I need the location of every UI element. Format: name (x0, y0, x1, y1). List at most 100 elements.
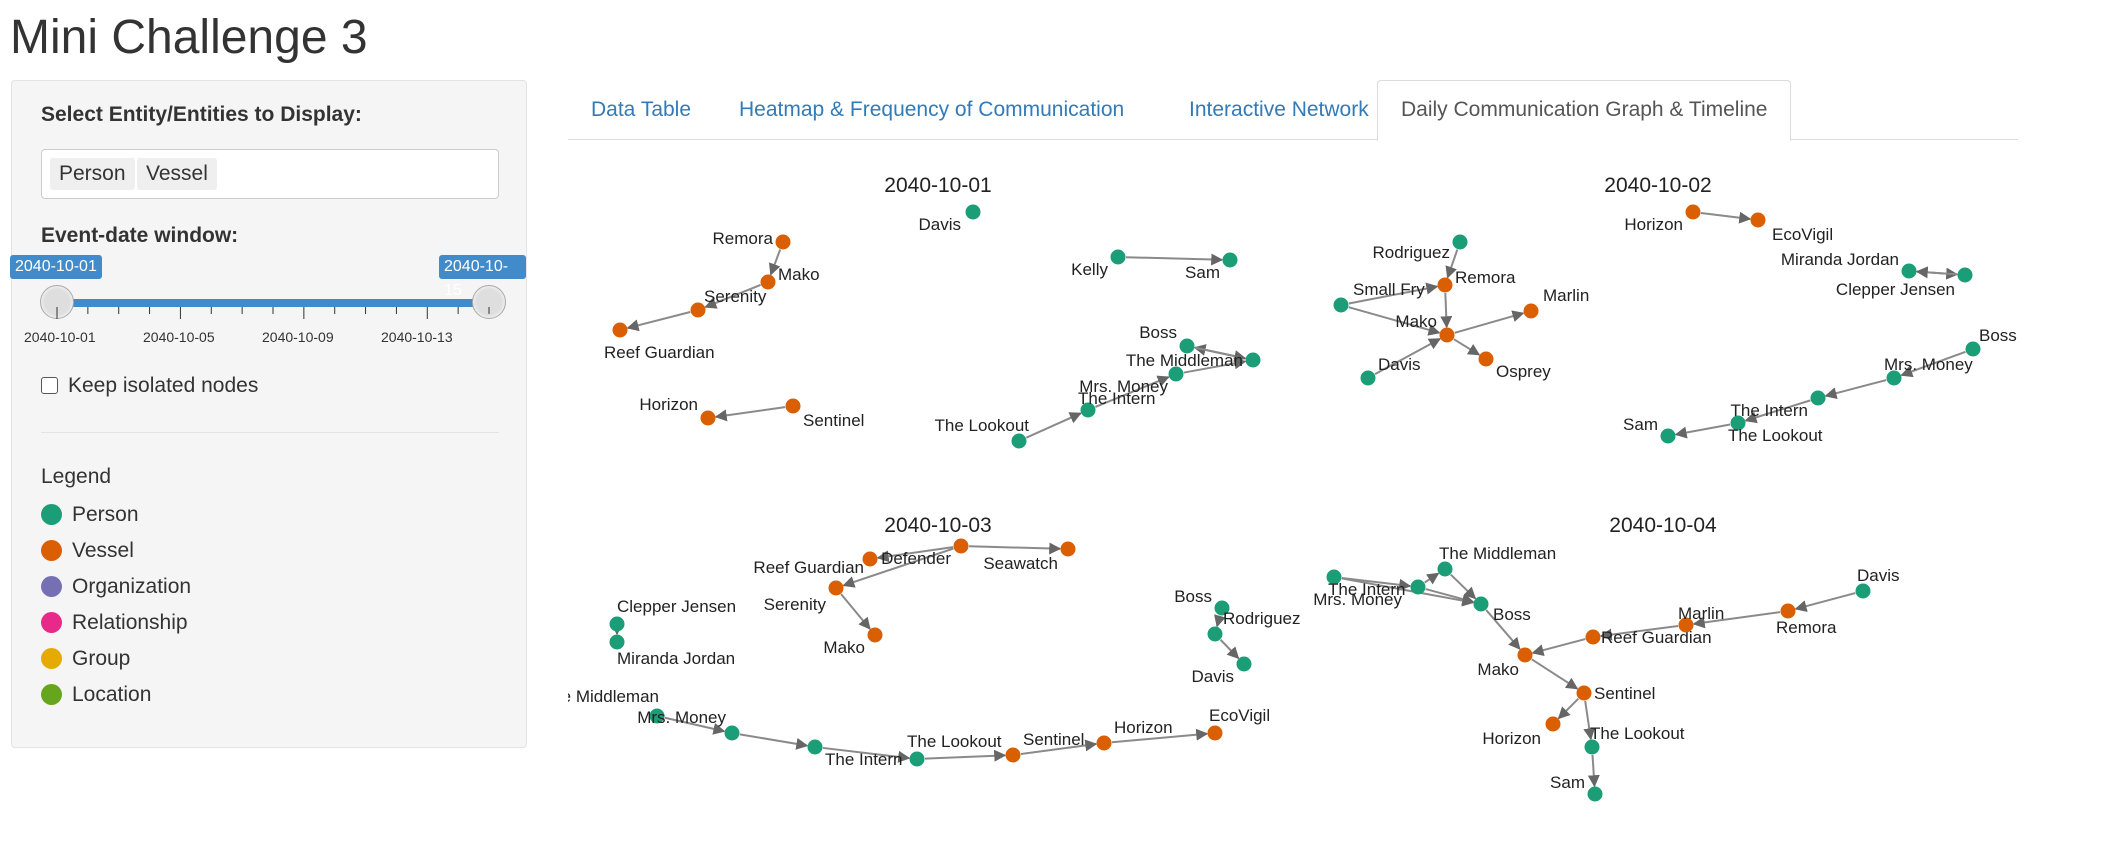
node-sam[interactable] (1587, 786, 1603, 802)
node-label: Miranda Jordan (1781, 250, 1899, 269)
node-mako[interactable] (867, 627, 883, 643)
legend-item-organization: Organization (41, 575, 191, 599)
node-miranda-jordan[interactable] (609, 634, 625, 650)
node-the-lookout[interactable] (909, 751, 925, 767)
node-sam[interactable] (1660, 428, 1676, 444)
node-horizon[interactable] (1096, 735, 1112, 751)
node-label: Small Fry (1353, 280, 1425, 299)
node-label: The Lookout (907, 732, 1002, 751)
node-davis[interactable] (1236, 656, 1252, 672)
node-label: The Middleman (568, 687, 659, 706)
node-sentinel[interactable] (785, 398, 801, 414)
node-ecovigil[interactable] (1207, 725, 1223, 741)
node-marlin[interactable] (1523, 303, 1539, 319)
node-the-intern[interactable] (1810, 390, 1826, 406)
edge-sentinel-to-horizon (1557, 697, 1580, 720)
legend-item-person: Person (41, 503, 139, 527)
node-the-middleman[interactable] (1437, 561, 1453, 577)
slider-selected-range[interactable] (57, 299, 489, 307)
node-label: Sam (1185, 263, 1220, 282)
node-remora[interactable] (1437, 277, 1453, 293)
node-mako[interactable] (1517, 647, 1533, 663)
node-mako[interactable] (1439, 327, 1455, 343)
graph-date-title: 2040-10-02 (1604, 174, 1711, 197)
node-seawatch[interactable] (1060, 541, 1076, 557)
node-horizon[interactable] (700, 410, 716, 426)
node-label: Sentinel (1023, 730, 1084, 749)
node-clepper-jensen[interactable] (1957, 267, 1973, 283)
node-horizon[interactable] (1545, 716, 1561, 732)
node-ecovigil[interactable] (1750, 212, 1766, 228)
node-clepper-jensen[interactable] (609, 616, 625, 632)
daily-graph-2040-10-03: 2040-10-03 Reef Guardian Defender Seawatch S… (568, 514, 1301, 769)
node-mrs-money[interactable] (1410, 579, 1426, 595)
node-label: Davis (1857, 566, 1900, 585)
edge-serenity-to-reef-guardian (626, 311, 691, 332)
legend-label: Group (72, 647, 131, 670)
node-mrs-money[interactable] (1168, 366, 1184, 382)
node-remora[interactable] (775, 234, 791, 250)
tab-daily-communication[interactable]: Daily Communication Graph & Timeline (1377, 80, 1792, 141)
node-boss[interactable] (1473, 596, 1489, 612)
node-label: EcoVigil (1209, 706, 1270, 725)
node-davis[interactable] (1855, 583, 1871, 599)
node-the-lookout[interactable] (1011, 433, 1027, 449)
node-small-fry[interactable] (1333, 297, 1349, 313)
legend-swatch (41, 648, 62, 669)
node-label: Sam (1623, 415, 1658, 434)
legend-swatch (41, 540, 62, 561)
node-label: Horizon (1624, 215, 1683, 234)
node-davis[interactable] (1360, 370, 1376, 386)
tab-data-table[interactable]: Data Table (568, 80, 714, 140)
slider-grid-label: 2040-10-05 (143, 329, 215, 345)
node-horizon[interactable] (1685, 204, 1701, 220)
node-davis[interactable] (965, 204, 981, 220)
edge-reef-guardian-to-mako (1531, 638, 1586, 656)
node-sentinel[interactable] (1576, 685, 1592, 701)
slider-grid-label: 2040-10-13 (381, 329, 453, 345)
node-label: Mrs. Money (1884, 355, 1973, 374)
keep-isolated-checkbox[interactable] (41, 377, 58, 394)
node-the-middleman[interactable] (1245, 352, 1261, 368)
node-label: Marlin (1678, 604, 1724, 623)
node-osprey[interactable] (1478, 351, 1494, 367)
legend-title: Legend (41, 465, 112, 488)
node-label: Miranda Jordan (617, 649, 735, 668)
node-label: The Intern (825, 750, 903, 769)
edge-mako-to-osprey (1453, 338, 1481, 356)
edge-the-lookout-to-sam (1587, 754, 1600, 788)
node-label: Clepper Jensen (617, 597, 736, 616)
graph-date-title: 2040-10-04 (1609, 514, 1717, 537)
node-defender[interactable] (953, 538, 969, 554)
node-serenity[interactable] (828, 580, 844, 596)
node-label: Marlin (1543, 286, 1589, 305)
keep-isolated-checkbox-row[interactable]: Keep isolated nodes (41, 374, 258, 398)
node-label: Sentinel (803, 411, 864, 430)
edge-sentinel-to-horizon (714, 406, 786, 422)
node-label: The Middleman (1439, 544, 1556, 563)
tab-interactive-network[interactable]: Interactive Network (1166, 80, 1392, 140)
node-rodriguez[interactable] (1452, 234, 1468, 250)
node-label: Serenity (704, 287, 767, 306)
node-mrs-money[interactable] (724, 725, 740, 741)
node-reef-guardian[interactable] (1585, 629, 1601, 645)
node-label: Remora (713, 229, 774, 248)
node-rodriguez[interactable] (1207, 626, 1223, 642)
node-sam[interactable] (1222, 252, 1238, 268)
node-the-intern[interactable] (807, 739, 823, 755)
slider-from-label: 2040-10-01 (10, 255, 102, 279)
node-miranda-jordan[interactable] (1901, 263, 1917, 279)
node-label: Remora (1455, 268, 1516, 287)
node-sentinel[interactable] (1005, 747, 1021, 763)
node-reef-guardian[interactable] (862, 551, 878, 567)
tab-heatmap-frequency[interactable]: Heatmap & Frequency of Communication (716, 80, 1147, 140)
node-label: Sentinel (1594, 684, 1655, 703)
node-label: Serenity (764, 595, 827, 614)
daily-graph-2040-10-02: 2040-10-02 Horizon EcoVigil RodriguezRemora… (1333, 174, 2017, 445)
node-kelly[interactable] (1110, 249, 1126, 265)
node-label: Defender (881, 549, 951, 568)
node-label: Reef Guardian (604, 343, 715, 362)
edge-boss-to-rodriguez (1214, 614, 1226, 628)
node-remora[interactable] (1780, 603, 1796, 619)
node-reef-guardian[interactable] (612, 322, 628, 338)
